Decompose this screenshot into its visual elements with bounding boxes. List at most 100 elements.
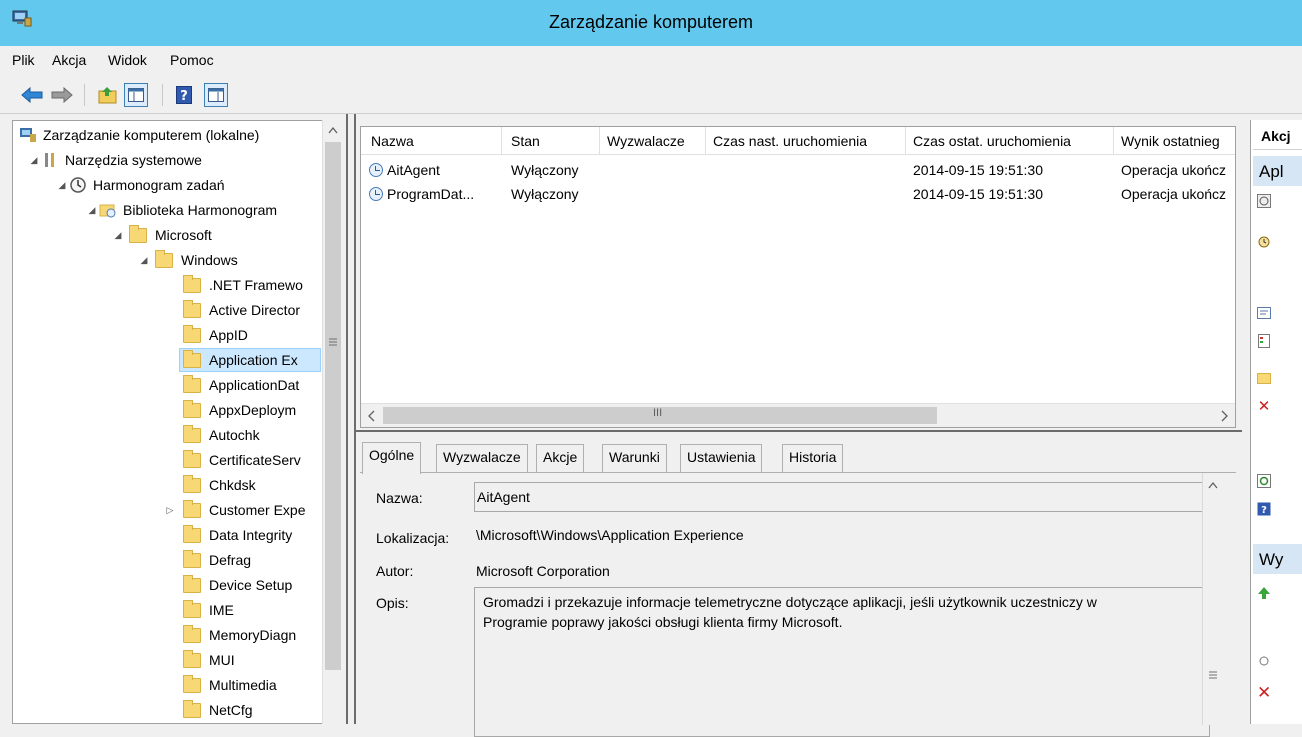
tree-item-device-setup[interactable]: Device Setup: [183, 573, 292, 597]
tree-scrollbar-thumb[interactable]: [325, 142, 341, 670]
tree-item-label: CertificateServ: [209, 452, 301, 468]
properties-icon[interactable]: [1257, 334, 1271, 348]
tree-item-scheduler-library[interactable]: ◢ Biblioteka Harmonogram: [85, 198, 278, 222]
tree-item-microsoft[interactable]: ◢ Microsoft: [111, 223, 212, 247]
help-icon[interactable]: ?: [1257, 502, 1271, 516]
export-icon[interactable]: [1257, 306, 1271, 320]
schedule-icon[interactable]: [1257, 654, 1271, 668]
tree-item-appid[interactable]: AppID: [183, 323, 248, 347]
tree-item-customer-experience[interactable]: ▷ Customer Expe: [163, 498, 305, 522]
tree-item-applicationdata[interactable]: ApplicationDat: [183, 373, 299, 397]
column-header-triggers[interactable]: Wyzwalacze: [607, 133, 685, 149]
scroll-left-icon[interactable]: [367, 410, 375, 422]
menu-pomoc[interactable]: Pomoc: [170, 52, 214, 68]
expand-icon[interactable]: ◢: [111, 230, 125, 241]
tree-item-label: NetCfg: [209, 702, 253, 718]
vertical-splitter[interactable]: [346, 114, 356, 724]
up-folder-button[interactable]: [96, 83, 120, 107]
tab-history[interactable]: Historia: [782, 444, 844, 472]
tree-item-autochk[interactable]: Autochk: [183, 423, 260, 447]
expand-icon[interactable]: ◢: [85, 205, 99, 216]
expand-icon[interactable]: ◢: [55, 180, 69, 191]
run-task-icon[interactable]: [1257, 194, 1271, 208]
forward-button[interactable]: [50, 83, 74, 107]
show-hide-action-pane-button[interactable]: [204, 83, 228, 107]
column-divider[interactable]: [599, 127, 600, 155]
column-divider[interactable]: [905, 127, 906, 155]
tree-item-memorydiagnostic[interactable]: MemoryDiagn: [183, 623, 296, 647]
column-header-state[interactable]: Stan: [511, 133, 540, 149]
tree-item-label: Autochk: [209, 427, 260, 443]
tree-item-label: Zarządzanie komputerem (lokalne): [43, 127, 260, 143]
tab-general[interactable]: Ogólne: [362, 442, 422, 474]
column-header-last-run[interactable]: Czas ostat. uruchomienia: [913, 133, 1071, 149]
tree-scrollbar[interactable]: [322, 120, 342, 724]
delete-icon[interactable]: ✕: [1257, 684, 1271, 701]
tree-item-multimedia[interactable]: Multimedia: [183, 673, 277, 697]
show-hide-tree-button[interactable]: [124, 83, 148, 107]
column-divider[interactable]: [705, 127, 706, 155]
tree-item-application-experience[interactable]: Application Ex: [179, 348, 321, 372]
column-header-result[interactable]: Wynik ostatnieg: [1121, 133, 1220, 149]
tree-item-data-integrity[interactable]: Data Integrity: [183, 523, 292, 547]
description-field[interactable]: Gromadzi i przekazuje informacje telemet…: [474, 587, 1210, 737]
scroll-up-icon[interactable]: [328, 126, 338, 134]
tree-item-net-framework[interactable]: .NET Framewo: [183, 273, 303, 297]
list-horizontal-scrollbar[interactable]: III: [361, 403, 1235, 427]
horizontal-splitter[interactable]: [356, 430, 1242, 438]
tree-item-windows[interactable]: ◢ Windows: [137, 248, 238, 272]
tree-item-computer-management[interactable]: Zarządzanie komputerem (lokalne): [19, 123, 259, 147]
run-icon[interactable]: [1257, 586, 1271, 600]
tree-item-chkdsk[interactable]: Chkdsk: [183, 473, 256, 497]
column-divider[interactable]: [1113, 127, 1114, 155]
task-scheduler-icon: [70, 177, 86, 193]
tree-item-ime[interactable]: IME: [183, 598, 234, 622]
table-row[interactable]: ProgramDat... Wyłączony 2014-09-15 19:51…: [361, 183, 1235, 207]
back-button[interactable]: [20, 83, 44, 107]
menu-akcja[interactable]: Akcja: [52, 52, 86, 68]
tree-item-certificateservices[interactable]: CertificateServ: [183, 448, 301, 472]
tree-item-active-directory[interactable]: Active Director: [183, 298, 300, 322]
folder-icon: [129, 224, 147, 243]
folder-icon: [183, 424, 201, 443]
scroll-right-icon[interactable]: [1221, 410, 1229, 422]
toolbar-separator: [84, 84, 85, 106]
name-field[interactable]: AitAgent: [474, 482, 1210, 512]
tree-item-defrag[interactable]: Defrag: [183, 548, 251, 572]
tab-triggers[interactable]: Wyzwalacze: [436, 444, 528, 472]
help-button[interactable]: ?: [172, 83, 196, 107]
forward-arrow-icon: [51, 87, 73, 103]
cell-name-text: ProgramDat...: [387, 186, 475, 202]
menu-plik[interactable]: Plik: [12, 52, 35, 68]
new-folder-icon[interactable]: [1257, 370, 1271, 384]
svg-text:?: ?: [1261, 505, 1267, 516]
tab-conditions[interactable]: Warunki: [602, 444, 667, 472]
tree-item-netcfg[interactable]: NetCfg: [183, 698, 253, 722]
tree-item-appxdeployment[interactable]: AppxDeploym: [183, 398, 296, 422]
column-divider[interactable]: [501, 127, 502, 155]
tree-item-mui[interactable]: MUI: [183, 648, 235, 672]
tab-actions[interactable]: Akcje: [536, 444, 585, 472]
tree-item-system-tools[interactable]: ◢ Narzędzia systemowe: [27, 148, 202, 172]
expand-icon[interactable]: ◢: [137, 255, 151, 266]
column-header-name[interactable]: Nazwa: [371, 133, 414, 149]
description-label: Opis:: [376, 595, 409, 611]
expand-icon[interactable]: ▷: [163, 505, 177, 516]
expand-icon[interactable]: ◢: [27, 155, 41, 166]
tab-settings[interactable]: Ustawienia: [680, 444, 763, 472]
delete-icon[interactable]: ✕: [1257, 399, 1271, 414]
actions-section-task[interactable]: Apl: [1253, 156, 1302, 186]
details-scrollbar[interactable]: [1202, 473, 1222, 725]
scheduled-task-icon[interactable]: [1257, 234, 1271, 248]
tree-item-task-scheduler[interactable]: ◢ Harmonogram zadań: [55, 173, 225, 197]
actions-section-selected[interactable]: Wy: [1253, 544, 1302, 574]
scroll-up-icon[interactable]: [1208, 481, 1218, 489]
menu-widok[interactable]: Widok: [108, 52, 147, 68]
cell-state: Wyłączony: [511, 162, 579, 178]
refresh-icon[interactable]: [1257, 474, 1271, 488]
table-row[interactable]: AitAgent Wyłączony 2014-09-15 19:51:30 O…: [361, 159, 1235, 183]
cell-result: Operacja ukończ: [1121, 162, 1227, 178]
description-line: Programie poprawy jakości obsługi klient…: [483, 614, 843, 630]
tree-item-label: Defrag: [209, 552, 252, 568]
column-header-next-run[interactable]: Czas nast. uruchomienia: [713, 133, 867, 149]
